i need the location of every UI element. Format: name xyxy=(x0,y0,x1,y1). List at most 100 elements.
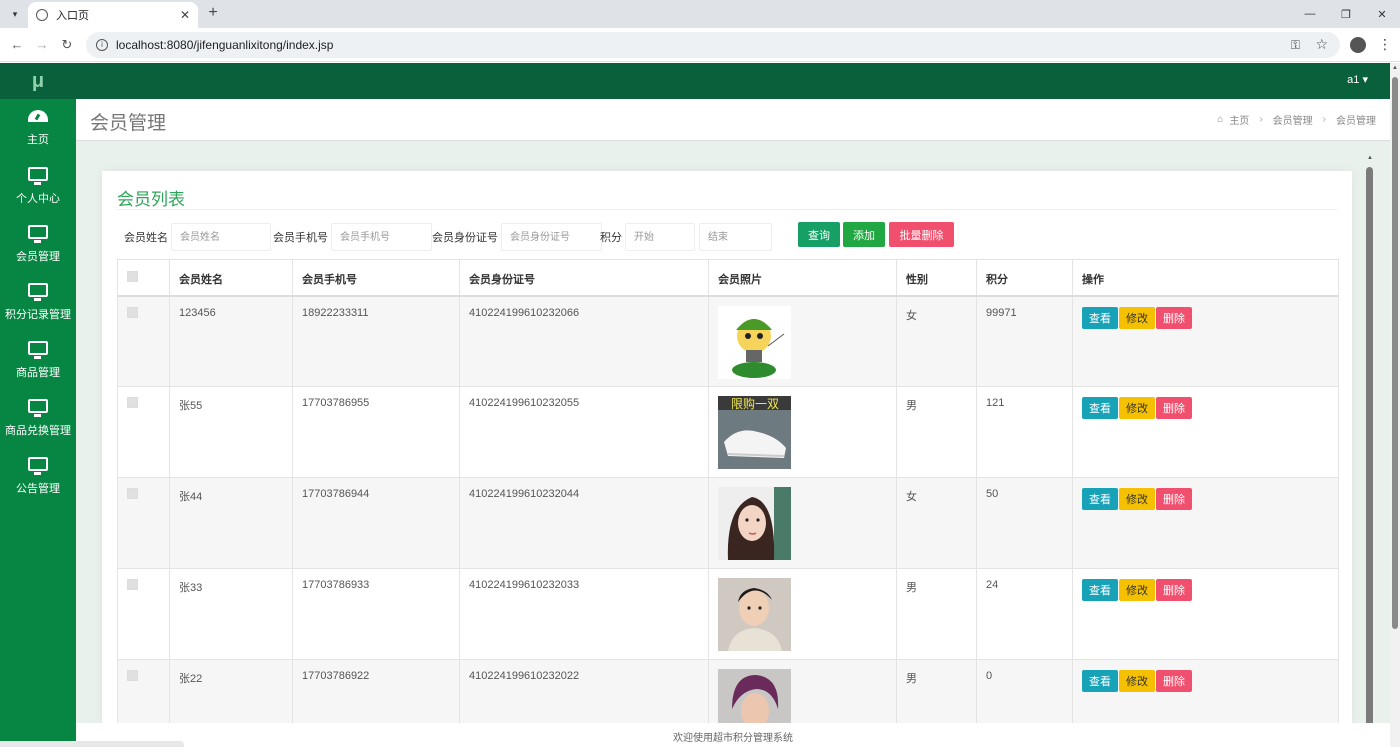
sidebar-item[interactable]: 商品兑换管理 xyxy=(0,389,76,447)
delete-button[interactable]: 删除 xyxy=(1156,397,1192,419)
new-tab-button[interactable]: + xyxy=(204,4,222,22)
delete-button[interactable]: 删除 xyxy=(1156,579,1192,601)
row-checkbox[interactable] xyxy=(127,670,138,681)
id-filter-input[interactable] xyxy=(501,223,602,251)
restore-button[interactable]: ❐ xyxy=(1328,0,1364,28)
delete-button[interactable]: 删除 xyxy=(1156,488,1192,510)
scroll-up-arrow-icon[interactable]: ▲ xyxy=(1367,155,1373,161)
edit-button[interactable]: 修改 xyxy=(1119,488,1155,510)
sidebar-item-label: 商品管理 xyxy=(16,366,60,379)
id-filter: 会员身份证号 xyxy=(432,223,602,251)
member-photo[interactable] xyxy=(718,578,887,651)
points-end-input[interactable] xyxy=(699,223,772,251)
name-cell: 张44 xyxy=(169,477,293,569)
reload-icon[interactable]: ↻ xyxy=(58,36,76,54)
key-icon[interactable]: ⚿ xyxy=(1291,38,1300,53)
top-bar: a1 ▾ xyxy=(76,63,1390,99)
row-select-cell xyxy=(117,568,170,660)
sidebar-item[interactable]: 个人中心 xyxy=(0,157,76,215)
edit-button[interactable]: 修改 xyxy=(1119,306,1155,329)
view-button[interactable]: 查看 xyxy=(1082,579,1118,601)
view-button[interactable]: 查看 xyxy=(1082,488,1118,510)
actions-cell: 查看 修改 删除 xyxy=(1072,477,1339,569)
id-number-cell: 410224199610232033 xyxy=(459,568,709,660)
view-button[interactable]: 查看 xyxy=(1082,670,1118,692)
app-logo: μ xyxy=(0,63,76,99)
tab-close-icon[interactable]: ✕ xyxy=(180,8,190,22)
browser-menu-icon[interactable]: ⋮ xyxy=(1378,36,1392,53)
row-checkbox[interactable] xyxy=(127,488,138,499)
home-icon: ⌂ xyxy=(1217,114,1224,125)
sidebar-item[interactable]: 主页 xyxy=(0,99,76,157)
scroll-thumb[interactable] xyxy=(1366,167,1373,727)
browser-tab-bar: ▾ 入口页 ✕ + — ❐ ✕ xyxy=(0,0,1400,28)
forward-arrow-icon[interactable]: → xyxy=(33,36,51,54)
select-all-cell xyxy=(117,259,170,297)
id-number-cell: 410224199610232044 xyxy=(459,477,709,569)
content-scrollbar[interactable]: ▲ xyxy=(1365,155,1375,727)
bookmark-star-icon[interactable]: ☆ xyxy=(1315,36,1328,53)
member-photo[interactable] xyxy=(718,305,887,379)
browser-tab[interactable]: 入口页 ✕ xyxy=(28,2,198,28)
sidebar-item[interactable]: 积分记录管理 xyxy=(0,273,76,331)
breadcrumb-section[interactable]: 会员管理 xyxy=(1273,112,1313,127)
actions-cell: 查看 修改 删除 xyxy=(1072,295,1339,387)
edit-button[interactable]: 修改 xyxy=(1119,579,1155,601)
name-filter-input[interactable] xyxy=(171,223,271,251)
table-row: 张44 17703786944 410224199610232044 女 50 查看 修改删… xyxy=(117,477,1339,569)
breadcrumb-home[interactable]: 主页 xyxy=(1229,112,1249,127)
minimize-button[interactable]: — xyxy=(1292,0,1328,28)
view-button[interactable]: 查看 xyxy=(1082,306,1118,329)
gender-cell: 女 xyxy=(896,477,977,569)
view-button[interactable]: 查看 xyxy=(1082,397,1118,419)
member-photo[interactable]: 限购一双 xyxy=(718,396,887,469)
table-header-row: 会员姓名 会员手机号 会员身份证号 会员照片 性别 积分 操作 xyxy=(117,259,1339,297)
page-scrollbar[interactable]: ▲ xyxy=(1390,63,1400,747)
name-filter-label: 会员姓名 xyxy=(124,232,168,244)
member-table: 会员姓名 会员手机号 会员身份证号 会员照片 性别 积分 操作 123456 18… xyxy=(117,259,1339,747)
edit-button[interactable]: 修改 xyxy=(1119,670,1155,692)
select-all-checkbox[interactable] xyxy=(127,271,138,282)
points-cell: 50 xyxy=(976,477,1073,569)
sidebar-item-label: 公告管理 xyxy=(16,482,60,495)
add-button[interactable]: 添加 xyxy=(843,222,885,247)
scroll-thumb[interactable] xyxy=(1392,77,1398,629)
monitor-icon xyxy=(28,398,48,417)
delete-button[interactable]: 删除 xyxy=(1156,306,1192,329)
monitor-icon xyxy=(28,340,48,359)
header-gender: 性别 xyxy=(896,259,977,297)
delete-button[interactable]: 删除 xyxy=(1156,670,1192,692)
row-select-cell xyxy=(117,386,170,478)
tab-search-icon[interactable]: ▾ xyxy=(6,5,24,23)
row-checkbox[interactable] xyxy=(127,579,138,590)
footer: 欢迎使用超市积分管理系统 xyxy=(76,723,1390,747)
scroll-up-arrow-icon[interactable]: ▲ xyxy=(1392,65,1398,71)
profile-icon[interactable] xyxy=(1350,37,1366,53)
member-photo[interactable] xyxy=(718,487,887,560)
breadcrumb-separator: › xyxy=(1259,114,1263,125)
sidebar-item[interactable]: 公告管理 xyxy=(0,447,76,505)
gender-cell: 男 xyxy=(896,568,977,660)
phone-filter-input[interactable] xyxy=(331,223,432,251)
search-button[interactable]: 查询 xyxy=(798,222,840,247)
name-filter: 会员姓名 xyxy=(124,223,271,251)
phone-cell: 17703786955 xyxy=(292,386,460,478)
window-controls: — ❐ ✕ xyxy=(1292,0,1400,28)
sidebar-item-label: 商品兑换管理 xyxy=(5,424,71,437)
header-name: 会员姓名 xyxy=(169,259,293,297)
batch-delete-button[interactable]: 批量删除 xyxy=(889,222,954,247)
site-info-icon[interactable]: i xyxy=(96,39,108,51)
name-cell: 张33 xyxy=(169,568,293,660)
back-arrow-icon[interactable]: ← xyxy=(8,36,26,54)
user-menu[interactable]: a1 ▾ xyxy=(1347,73,1368,86)
points-start-input[interactable] xyxy=(625,223,695,251)
row-checkbox[interactable] xyxy=(127,306,138,318)
url-omnibox[interactable]: i localhost:8080/jifenguanlixitong/index… xyxy=(86,32,1340,58)
photo-caption: 限购一双 xyxy=(731,396,779,411)
sidebar-item[interactable]: 商品管理 xyxy=(0,331,76,389)
edit-button[interactable]: 修改 xyxy=(1119,397,1155,419)
header-id-number: 会员身份证号 xyxy=(459,259,709,297)
close-window-button[interactable]: ✕ xyxy=(1364,0,1400,28)
row-checkbox[interactable] xyxy=(127,397,138,408)
sidebar-item[interactable]: 会员管理 xyxy=(0,215,76,273)
